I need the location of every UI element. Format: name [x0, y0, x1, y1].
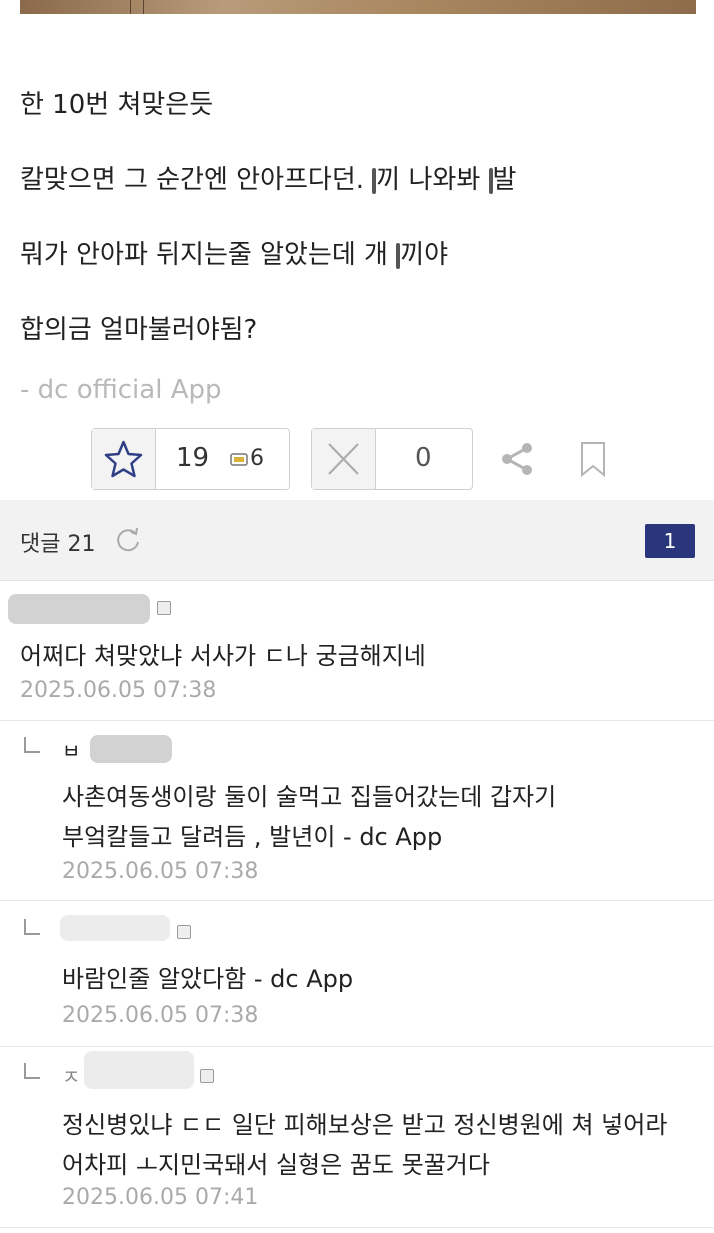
nickname-blurred [8, 594, 150, 624]
comment-text: 어쩌다 쳐맞았냐 서사가 ㄷ나 궁금해지네 [20, 642, 426, 670]
post-line-1: 한 10번 쳐맞은듯 [20, 90, 214, 120]
nickname-blurred [60, 915, 170, 941]
nickname-blurred [84, 1051, 194, 1089]
x-icon [312, 429, 376, 489]
comment-text-line2: 부엌칼들고 달려듬 , 발년이 - dc App [62, 823, 443, 851]
app-icon [200, 1069, 214, 1083]
reply-arrow-icon [24, 1063, 40, 1079]
comment-date: 2025.06.05 07:41 [62, 1185, 259, 1210]
recommend-button[interactable]: 19 6 [91, 428, 290, 490]
comment-date: 2025.06.05 07:38 [62, 859, 259, 884]
post-line-3: 뭐가 안아파 뒤지는줄 알았는데 개 끼야 [20, 240, 449, 270]
reply-item: ㅂ 사촌여동생이랑 둘이 술먹고 집들어갔는데 갑자기 부엌칼들고 달려듬 , … [0, 721, 714, 901]
app-icon [157, 601, 171, 615]
nickname-blurred [90, 735, 172, 763]
reply-item: ㅈ 정신병있냐 ㄷㄷ 일단 피해보상은 받고 정신병원에 쳐 넣어라 어차피 ㅗ… [0, 1047, 714, 1228]
comment-date: 2025.06.05 07:38 [20, 678, 217, 703]
bookmark-icon[interactable] [578, 440, 608, 478]
comment-item: 어쩌다 쳐맞았냐 서사가 ㄷ나 궁금해지네 2025.06.05 07:38 [0, 580, 714, 721]
comment-date: 2025.06.05 07:38 [62, 1003, 259, 1028]
recommend-count: 19 [176, 443, 210, 473]
post-image-bottom-edge [20, 0, 696, 14]
comment-text: 사촌여동생이랑 둘이 술먹고 집들어갔는데 갑자기 [62, 783, 557, 811]
nonrecommend-count: 0 [415, 443, 432, 473]
reply-nickname: ㅈ [62, 1065, 81, 1089]
post-line-4: 합의금 얼마불러야됨? [20, 315, 258, 345]
share-icon[interactable] [498, 440, 536, 478]
post-signature: - dc official App [20, 375, 222, 405]
comment-text: 정신병있냐 ㄷㄷ 일단 피해보상은 받고 정신병원에 쳐 넣어라 [62, 1111, 668, 1139]
comment-text-line2: 어차피 ㅗ지민국돼서 실형은 꿈도 못꿀거다 [62, 1151, 490, 1179]
nonrecommend-button[interactable]: 0 [311, 428, 473, 490]
fixed-user-icon [230, 453, 248, 466]
reply-arrow-icon [24, 737, 40, 753]
refresh-icon[interactable] [114, 526, 142, 554]
reply-arrow-icon [24, 919, 40, 935]
star-icon [92, 429, 156, 489]
app-icon [177, 925, 191, 939]
comment-text: 바람인줄 알았다함 - dc App [62, 965, 354, 993]
fixed-recommend-count: 6 [230, 446, 264, 471]
comment-count-label: 댓글 21 [20, 532, 96, 557]
reply-nickname: ㅂ [62, 739, 81, 763]
post-line-2: 칼맞으면 그 순간엔 안아프다던. 끼 나와봐 발 [20, 165, 517, 195]
reply-item: 바람인줄 알았다함 - dc App 2025.06.05 07:38 [0, 901, 714, 1047]
comment-header: 댓글 21 1 [0, 500, 714, 581]
comment-page-badge[interactable]: 1 [645, 524, 695, 558]
